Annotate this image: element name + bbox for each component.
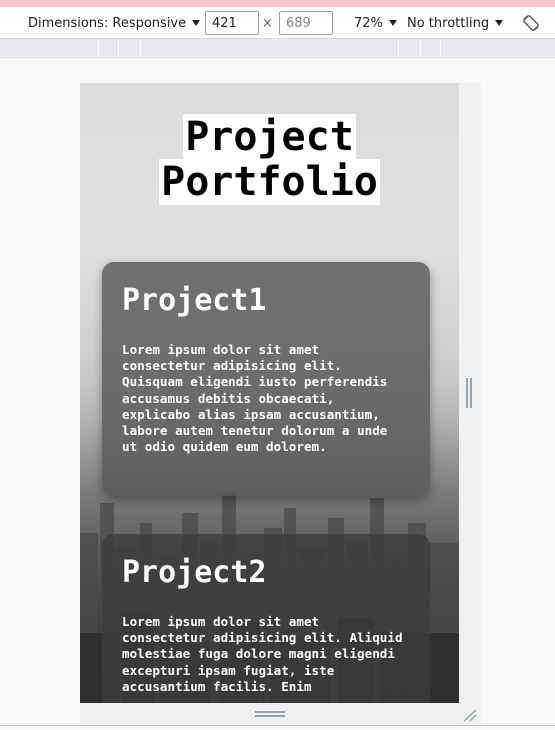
- device-viewport[interactable]: Project Portfolio Project1 Lorem ipsum d…: [80, 83, 459, 703]
- times-symbol: ×: [262, 15, 273, 31]
- page-title: Project Portfolio: [80, 114, 459, 205]
- height-input[interactable]: [279, 11, 333, 35]
- dimensions-dropdown[interactable]: Dimensions: Responsive: [28, 7, 201, 39]
- top-accent-strip: [0, 0, 555, 7]
- zoom-label: 72%: [354, 15, 383, 31]
- project-title: Project2: [122, 555, 267, 590]
- title-line-2: Portfolio: [159, 159, 380, 205]
- dimensions-label: Dimensions: Responsive: [28, 15, 187, 31]
- project-card: Project1 Lorem ipsum dolor sit amet cons…: [102, 262, 430, 496]
- project-card: Project2 Lorem ipsum dolor sit amet cons…: [102, 534, 430, 703]
- chevron-down-icon: [192, 20, 201, 26]
- device-toolbar: Dimensions: Responsive × 72% No throttli…: [0, 7, 555, 39]
- throttling-dropdown[interactable]: No throttling: [407, 7, 504, 39]
- rotate-icon: [523, 15, 539, 31]
- width-resize-handle[interactable]: [466, 378, 472, 408]
- zoom-dropdown[interactable]: 72%: [354, 7, 397, 39]
- media-query-ruler[interactable]: [0, 39, 555, 58]
- project-title: Project1: [122, 283, 267, 318]
- height-resize-handle[interactable]: [255, 711, 285, 717]
- width-input[interactable]: [205, 11, 259, 35]
- divider: [0, 725, 555, 726]
- rotate-button[interactable]: [522, 7, 540, 39]
- project-description: Lorem ipsum dolor sit amet consectetur a…: [122, 614, 403, 694]
- project-description: Lorem ipsum dolor sit amet consectetur a…: [122, 342, 388, 455]
- throttling-label: No throttling: [407, 15, 490, 31]
- title-line-1: Project: [183, 114, 356, 160]
- corner-resize-icon[interactable]: [462, 708, 478, 722]
- chevron-down-icon: [388, 20, 397, 26]
- chevron-down-icon: [495, 20, 504, 26]
